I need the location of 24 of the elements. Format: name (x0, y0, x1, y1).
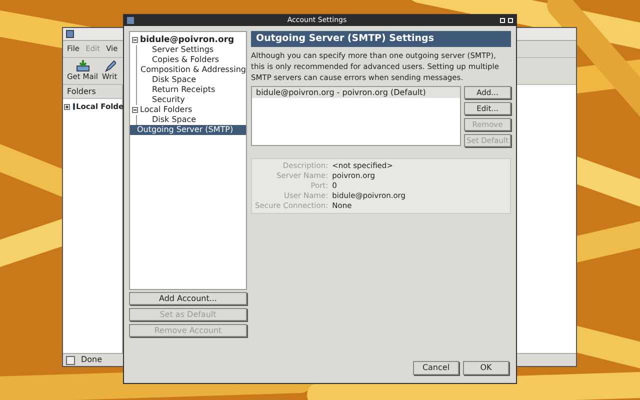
app-icon (66, 30, 74, 38)
status-text: Done (81, 354, 102, 366)
tree-item[interactable]: Composition & Addressing (130, 65, 246, 75)
pen-icon (104, 60, 116, 72)
inbox-arrow-icon (76, 60, 90, 72)
app-icon (127, 17, 134, 24)
tree-item[interactable]: Security (130, 95, 246, 105)
collapse-icon[interactable] (132, 37, 138, 43)
list-item[interactable]: bidule@poivron.org - poivron.org (Default) (252, 87, 460, 98)
collapse-icon[interactable] (132, 107, 138, 113)
status-icon (66, 356, 75, 364)
expand-icon[interactable] (64, 104, 70, 110)
dialog-button[interactable]: Cancel (413, 361, 459, 375)
tree-item[interactable]: Outgoing Server (SMTP) (130, 125, 246, 135)
tree-item[interactable]: Server Settings (130, 45, 246, 55)
tree-item[interactable]: Disk Space (130, 75, 246, 85)
section-heading: Outgoing Server (SMTP) Settings (251, 31, 511, 47)
tree-item[interactable]: Copies & Folders (130, 55, 246, 65)
account-button[interactable]: Add Account... (129, 292, 247, 305)
tree-item[interactable]: Return Receipts (130, 85, 246, 95)
dialog-button[interactable]: OK (463, 361, 509, 375)
column-header: Folders (63, 85, 122, 99)
tree-item[interactable]: bidule@poivron.org (130, 35, 246, 45)
tree-item[interactable]: Local Folders (130, 105, 246, 115)
